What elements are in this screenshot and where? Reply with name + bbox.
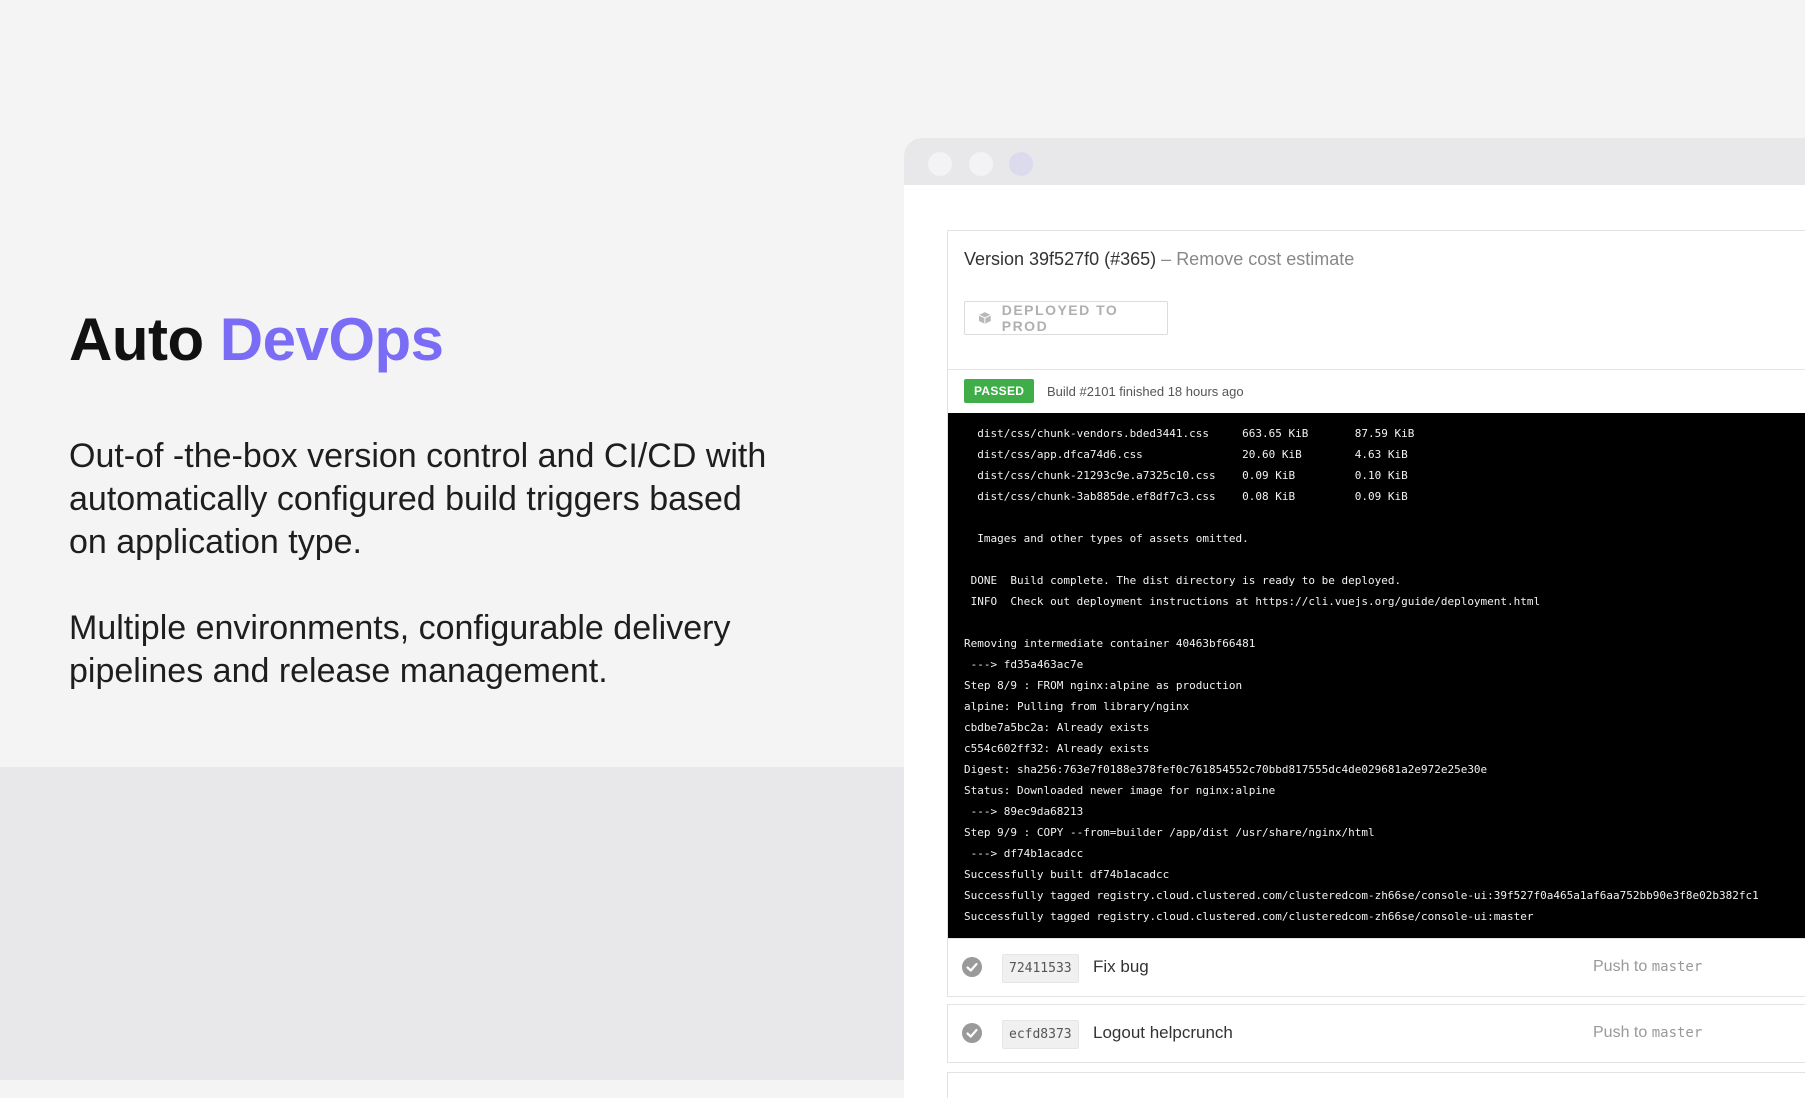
log-line: dist/css/chunk-21293c9e.a7325c10.css 0.0…: [964, 469, 1408, 482]
build-log[interactable]: dist/css/chunk-vendors.bded3441.css 663.…: [948, 413, 1805, 947]
build-info: Build #2101 finished 18 hours ago: [1047, 384, 1244, 399]
hero-title: Auto DevOps: [69, 304, 444, 376]
version-label: Version 39f527f0 (#365): [964, 249, 1157, 269]
commit-row-partial[interactable]: [947, 1072, 1805, 1098]
version-card: Version 39f527f0 (#365) – Remove cost es…: [947, 230, 1805, 948]
version-title: Version 39f527f0 (#365) – Remove cost es…: [964, 249, 1354, 270]
deployed-to-prod-button[interactable]: DEPLOYED TO PROD: [964, 301, 1168, 335]
status-badge: PASSED: [964, 379, 1035, 403]
version-message: Remove cost estimate: [1176, 249, 1355, 269]
log-line: Step 8/9 : FROM nginx:alpine as producti…: [964, 679, 1243, 692]
push-label: Push to: [1593, 958, 1648, 975]
hero-paragraph-2: Multiple environments, configurable deli…: [69, 609, 731, 690]
log-line: c554c602ff32: Already exists: [964, 742, 1150, 755]
log-line: dist/css/chunk-vendors.bded3441.css 663.…: [964, 427, 1415, 440]
check-circle-icon: [962, 1023, 982, 1043]
log-line: Successfully built df74b1acadcc: [964, 868, 1170, 881]
log-line: Images and other types of assets omitted…: [964, 532, 1249, 545]
log-line: Step 9/9 : COPY --from=builder /app/dist…: [964, 826, 1375, 839]
commit-push-info: Push to master: [1593, 958, 1702, 976]
version-separator: –: [1161, 249, 1172, 269]
hero-title-accent: DevOps: [219, 306, 444, 373]
window-control-dot[interactable]: [928, 152, 952, 176]
log-line: Digest: sha256:763e7f0188e378fef0c761854…: [964, 763, 1488, 776]
build-status-row: PASSED Build #2101 finished 18 hours ago: [948, 370, 1805, 413]
cube-icon: [978, 312, 991, 324]
commit-sha[interactable]: ecfd8373: [1002, 1020, 1079, 1049]
commit-message: Logout helpcrunch: [1093, 1023, 1233, 1042]
log-line: alpine: Pulling from library/nginx: [964, 700, 1190, 713]
log-line: cbdbe7a5bc2a: Already exists: [964, 721, 1150, 734]
window-titlebar: [904, 138, 1805, 185]
commit-message: Fix bug: [1093, 957, 1149, 976]
log-line: ---> 89ec9da68213: [964, 805, 1084, 818]
log-line: ---> fd35a463ac7e: [964, 658, 1084, 671]
branch-name: master: [1651, 1025, 1703, 1041]
log-line: dist/css/app.dfca74d6.css 20.60 KiB 4.63…: [964, 448, 1408, 461]
log-line: Removing intermediate container 40463bf6…: [964, 637, 1256, 650]
window-control-dot[interactable]: [969, 152, 993, 176]
window-control-dot[interactable]: [1009, 152, 1033, 176]
commit-row[interactable]: 72411533 Fix bug Push to master: [947, 938, 1805, 997]
log-line: dist/css/chunk-3ab885de.ef8df7c3.css 0.0…: [964, 490, 1408, 503]
branch-name: master: [1651, 959, 1703, 975]
log-line: Status: Downloaded newer image for nginx…: [964, 784, 1276, 797]
log-line: INFO Check out deployment instructions a…: [964, 595, 1541, 608]
hero-title-plain: Auto: [69, 306, 204, 373]
browser-window: Version 39f527f0 (#365) – Remove cost es…: [904, 138, 1805, 1098]
check-circle-icon: [962, 957, 982, 977]
commit-sha[interactable]: 72411533: [1002, 954, 1079, 983]
log-line: DONE Build complete. The dist directory …: [964, 574, 1402, 587]
push-label: Push to: [1593, 1024, 1648, 1041]
commit-row[interactable]: ecfd8373 Logout helpcrunch Push to maste…: [947, 1004, 1805, 1063]
deployed-to-prod-label: DEPLOYED TO PROD: [1001, 302, 1119, 334]
log-line: ---> df74b1acadcc: [964, 847, 1084, 860]
commit-push-info: Push to master: [1593, 1024, 1702, 1042]
log-line: Successfully tagged registry.cloud.clust…: [964, 889, 1759, 902]
version-card-header: Version 39f527f0 (#365) – Remove cost es…: [948, 231, 1805, 370]
log-line: Successfully tagged registry.cloud.clust…: [964, 910, 1534, 923]
hero-paragraph-1: Out-of -the-box version control and CI/C…: [69, 437, 767, 561]
